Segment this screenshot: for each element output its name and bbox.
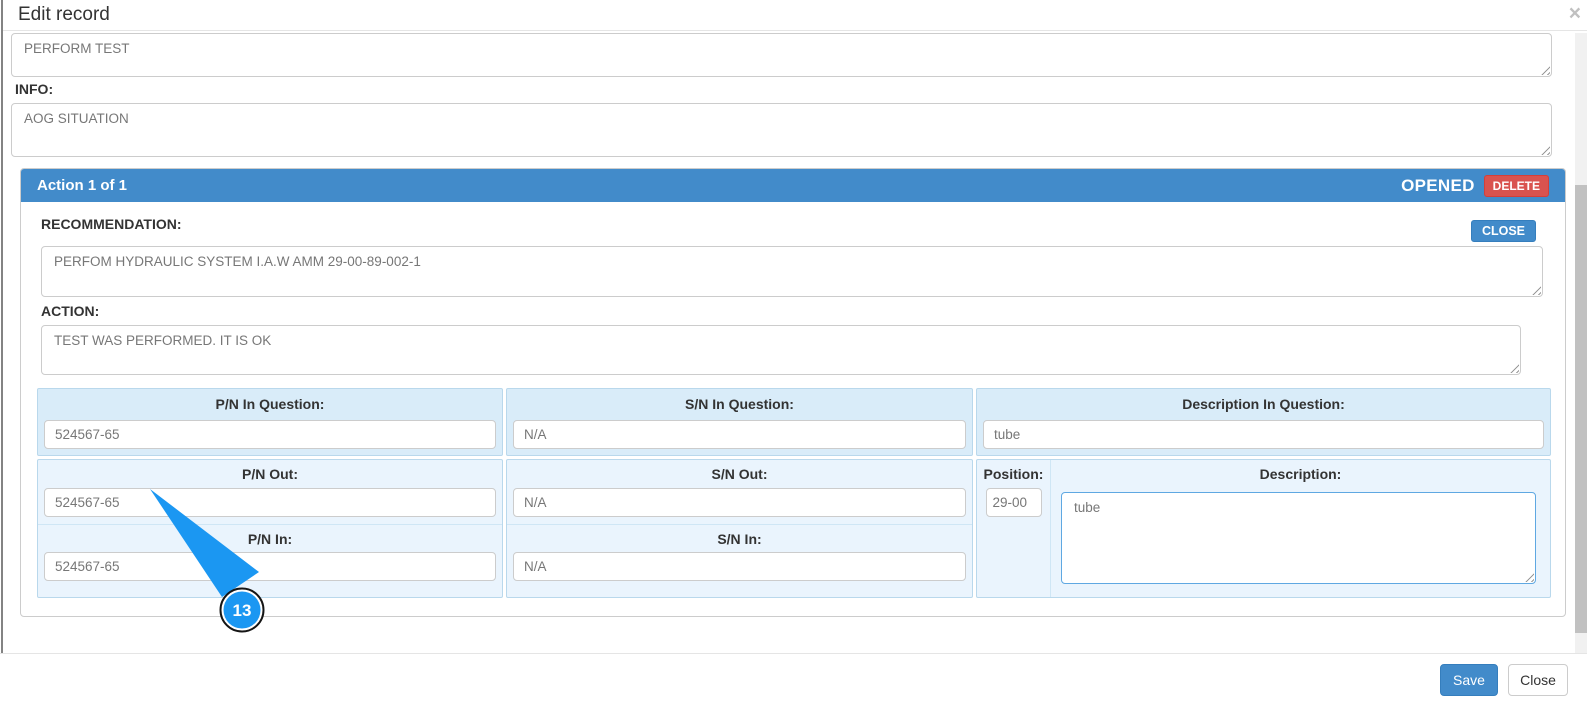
scrollbar-thumb[interactable] [1575, 185, 1587, 633]
position-label: Position: [983, 466, 1044, 482]
close-action-button[interactable]: CLOSE [1470, 220, 1536, 242]
top-textarea[interactable]: PERFORM TEST [11, 33, 1552, 77]
modal-left-border [1, 0, 3, 653]
action-panel: Action 1 of 1 OPENED DELETE RECOMMENDATI… [20, 168, 1566, 617]
sn-in-question-label: S/N In Question: [685, 396, 794, 412]
description-textarea[interactable]: tube [1061, 492, 1536, 584]
close-icon[interactable]: × [1569, 3, 1581, 24]
edit-record-modal: Edit record × PERFORM TEST INFO: AOG SIT… [0, 0, 1587, 711]
sn-in-input[interactable] [513, 552, 966, 581]
recommendation-label: RECOMMENDATION: [41, 216, 182, 232]
description-column: Description: tube [1051, 460, 1550, 597]
info-textarea[interactable]: AOG SITUATION [11, 103, 1552, 157]
sn-out-input[interactable] [513, 488, 966, 517]
description-in-question-label: Description In Question: [1182, 396, 1345, 412]
delete-button[interactable]: DELETE [1483, 174, 1549, 197]
recommendation-textarea-wrap: PERFOM HYDRAULIC SYSTEM I.A.W AMM 29-00-… [41, 246, 1543, 297]
action-label: ACTION: [41, 303, 100, 319]
sn-in-question-input[interactable] [513, 420, 966, 449]
close-button[interactable]: Close [1508, 664, 1568, 696]
pn-out-in-cell: P/N Out: P/N In: [37, 459, 503, 598]
description-in-question-input[interactable] [983, 420, 1544, 449]
info-textarea-wrap: AOG SITUATION [11, 103, 1552, 157]
modal-title: Edit record [18, 4, 110, 25]
pn-in-input[interactable] [44, 552, 496, 581]
pn-in-question-input[interactable] [44, 420, 496, 449]
sn-in-label: S/N In: [507, 524, 972, 552]
top-textarea-wrap: PERFORM TEST [11, 33, 1552, 77]
pn-out-label: P/N Out: [242, 466, 298, 482]
recommendation-textarea[interactable]: PERFOM HYDRAULIC SYSTEM I.A.W AMM 29-00-… [41, 246, 1543, 297]
description-textarea-wrap: tube [1061, 492, 1536, 584]
info-label: INFO: [15, 81, 54, 97]
parts-table: P/N In Question: S/N In Question: Descri… [37, 388, 1551, 598]
description-in-question-cell: Description In Question: [976, 388, 1551, 456]
action-textarea-wrap: TEST WAS PERFORMED. IT IS OK [41, 325, 1521, 375]
sn-in-question-cell: S/N In Question: [506, 388, 973, 456]
footer-divider [0, 653, 1587, 654]
position-column: Position: [977, 460, 1051, 597]
save-button[interactable]: Save [1440, 664, 1498, 696]
modal-header: Edit record × [3, 0, 1587, 31]
action-panel-title: Action 1 of 1 [37, 177, 128, 194]
pn-out-input[interactable] [44, 488, 496, 517]
sn-out-in-cell: S/N Out: S/N In: [506, 459, 973, 598]
pn-in-question-label: P/N In Question: [215, 396, 325, 412]
pn-in-question-cell: P/N In Question: [37, 388, 503, 456]
action-heading-right: OPENED DELETE [1401, 174, 1549, 197]
position-input[interactable] [985, 488, 1042, 517]
sn-out-label: S/N Out: [711, 466, 768, 482]
action-panel-heading: Action 1 of 1 OPENED DELETE [21, 169, 1565, 202]
description-label: Description: [1259, 466, 1342, 482]
position-description-cell: Position: Description: tube [976, 459, 1551, 598]
action-textarea[interactable]: TEST WAS PERFORMED. IT IS OK [41, 325, 1521, 375]
status-text: OPENED [1401, 175, 1475, 195]
pn-in-label: P/N In: [38, 524, 502, 552]
